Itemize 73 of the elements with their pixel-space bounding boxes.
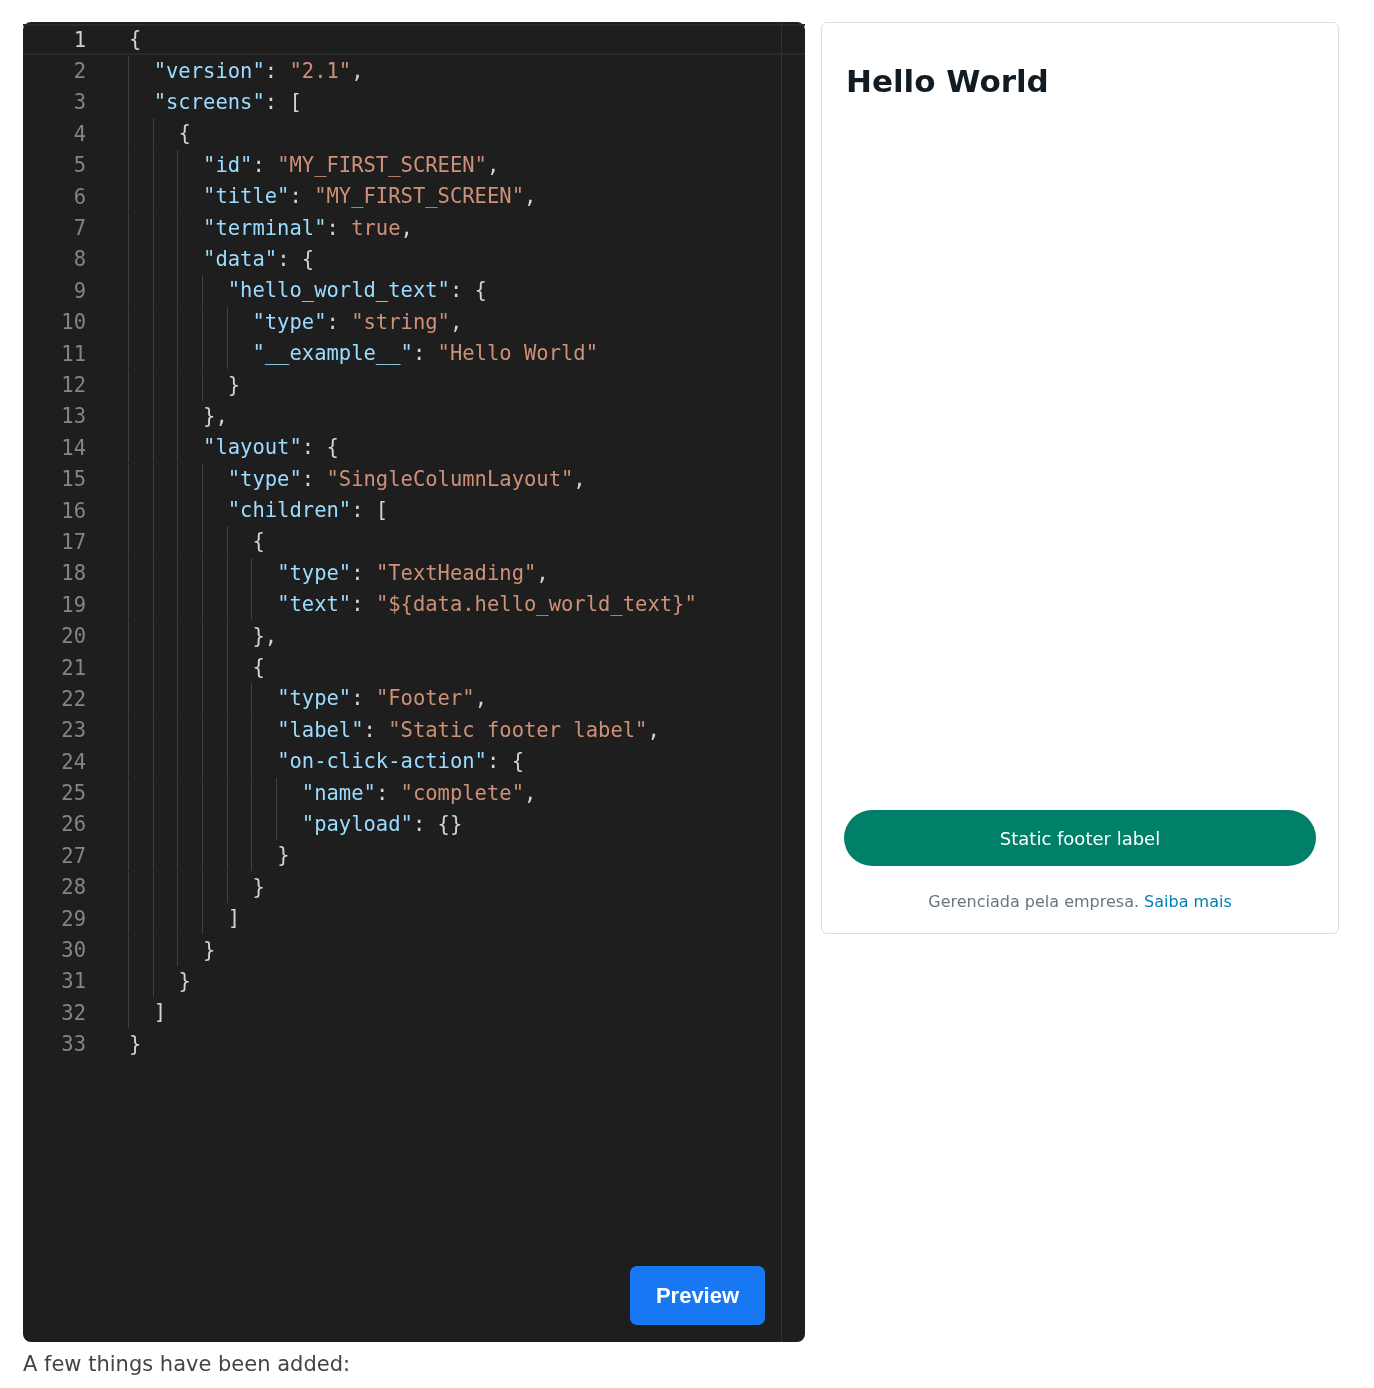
code-line: } [129,369,241,401]
line-number: 12 [60,373,86,397]
line-number: 9 [72,278,86,303]
code-line: } [129,965,191,997]
line-number: 4 [72,121,86,146]
code-line: "id": "MY_FIRST_SCREEN", [129,149,500,181]
preview-button[interactable]: Preview [630,1266,765,1325]
line-number: 7 [72,216,86,241]
code-line: ] [129,997,167,1029]
line-number: 15 [60,467,86,492]
line-number: 10 [60,310,86,335]
line-number: 33 [60,1032,86,1057]
line-number: 18 [60,561,86,586]
code-line: "on-click-action": { [129,746,524,778]
code-line: { [129,526,265,558]
line-number: 20 [60,624,86,649]
line-number: 16 [60,498,86,523]
line-number: 11 [60,341,86,366]
line-number: 23 [60,718,86,743]
code-line: "type": "Footer", [129,683,487,715]
code-line: "terminal": true, [129,212,413,244]
code-line: "type": "string", [129,306,463,338]
code-line: "hello_world_text": { [129,275,487,307]
code-line: "name": "complete", [129,777,537,809]
line-number: 14 [60,435,86,460]
code-line: "screens": [ [129,87,302,118]
line-number: 24 [60,749,86,774]
line-number: 19 [60,592,86,617]
line-number: 27 [60,843,86,868]
code-line: "text": "${data.hello_world_text}" [129,589,697,621]
code-line: "type": "SingleColumnLayout", [129,463,586,495]
footer-button[interactable]: Static footer label [844,810,1316,866]
line-number: 8 [72,247,86,272]
code-line: { [129,26,142,54]
code-line: "layout": { [129,432,339,464]
line-number: 21 [60,655,86,680]
line-number: 17 [60,529,86,554]
line-number: 31 [60,969,86,994]
code-line: }, [129,400,228,432]
code-line: "type": "TextHeading", [129,557,549,589]
code-line: "__example__": "Hello World" [129,338,599,370]
line-number: 29 [60,906,86,931]
code-line: "data": { [129,243,315,275]
line-number: 5 [72,153,86,178]
line-number: 1 [72,27,86,52]
code-line: { [129,118,191,150]
line-number: 30 [60,938,86,962]
code-line: "payload": {} [129,808,463,840]
line-number: 6 [72,184,86,209]
line-number: 22 [60,686,86,711]
code-line: ] [129,903,241,935]
code-line: "children": [ [129,495,389,527]
line-number: 2 [72,59,86,84]
code-line: "version": "2.1", [129,55,364,87]
line-number: 3 [72,90,86,115]
line-number: 32 [60,1000,86,1025]
code-line: } [129,871,265,903]
code-line: } [129,934,216,966]
line-number: 26 [60,812,86,837]
code-line: } [129,1030,142,1058]
note-text: A few things have been added: [23,1352,352,1376]
line-number: 25 [60,781,86,806]
code-line: "title": "MY_FIRST_SCREEN", [129,181,537,213]
code-line: { [129,652,265,683]
code-line: }, [129,620,278,652]
screen-heading: Hello World [846,63,1050,99]
caption-text: Gerenciada pela empresa. [928,892,1139,911]
line-number: 28 [60,875,86,900]
code-editor[interactable] [23,22,805,1342]
line-number: 13 [60,404,86,429]
code-line: } [129,840,290,872]
code-line: "label": "Static footer label", [129,714,660,746]
learn-more-link[interactable]: Saiba mais [1144,892,1232,911]
